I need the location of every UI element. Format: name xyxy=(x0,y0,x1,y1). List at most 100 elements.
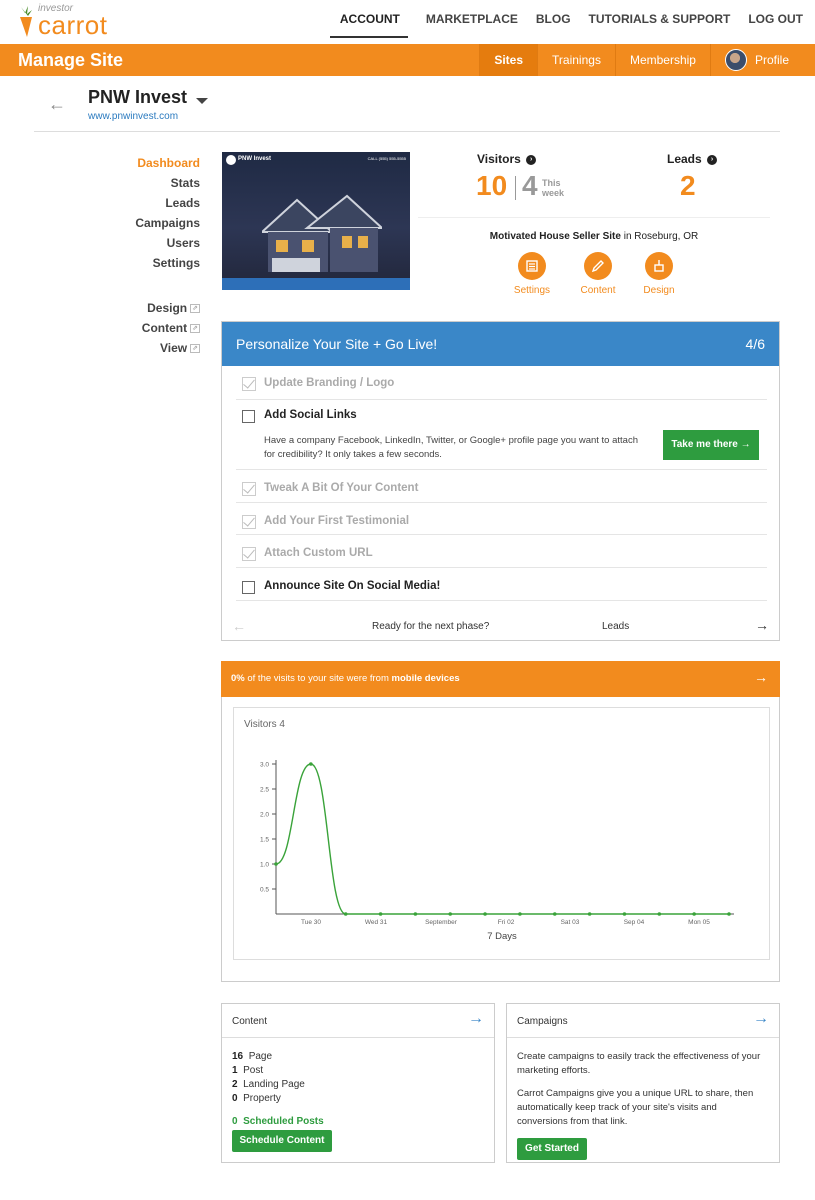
content-count: 0 xyxy=(232,1093,238,1104)
x-tick-label: Wed 31 xyxy=(365,919,388,926)
visitors-label-text: Visitors xyxy=(477,152,521,166)
top-bar: investor carrot ACCOUNT MARKETPLACE BLOG… xyxy=(0,0,815,44)
visitors-label[interactable]: Visitors › xyxy=(477,152,537,166)
content-type: Post xyxy=(243,1065,264,1076)
sidenav-spacer xyxy=(100,275,200,300)
settings-action[interactable]: Settings xyxy=(502,252,562,296)
content-action[interactable]: Content xyxy=(568,252,628,296)
leads-label[interactable]: Leads › xyxy=(667,152,718,166)
site-switcher-caret-icon[interactable] xyxy=(196,98,208,104)
nav-tutorials-support[interactable]: TUTORIALS & SUPPORT xyxy=(589,12,731,38)
next-phase-label: Leads xyxy=(602,621,630,632)
thumbnail-site-name: PNW Invest xyxy=(238,156,272,162)
thumbnail-phone: CALL (555) 555-5555 xyxy=(367,156,406,161)
sidenav-leads[interactable]: Leads xyxy=(100,195,200,215)
mobile-visits-banner[interactable]: 0% of the visits to your site were from … xyxy=(221,661,780,697)
checklist-item[interactable]: Update Branding / Logo xyxy=(236,374,767,400)
design-action[interactable]: Design xyxy=(629,252,689,296)
y-tick-label: 2.0 xyxy=(260,812,269,819)
checklist-item-label: Add Social Links xyxy=(264,409,357,421)
visitors-chart-panel: Visitors 4 0.5 1.0 1.5 2.0 2.5 3.0 Tue 30 Wed 3… xyxy=(221,697,780,982)
tab-profile[interactable]: Profile xyxy=(709,44,815,76)
back-arrow-icon[interactable]: ← xyxy=(48,94,66,115)
sidenav-settings[interactable]: Settings xyxy=(100,255,200,275)
checklist-item[interactable]: Announce Site On Social Media! xyxy=(236,568,767,601)
take-me-there-button[interactable]: Take me there → xyxy=(663,430,759,460)
checklist-item-label: Add Your First Testimonial xyxy=(264,515,410,527)
investor-carrot-logo[interactable]: investor carrot xyxy=(16,3,126,40)
schedule-content-button[interactable]: Schedule Content xyxy=(232,1130,332,1152)
scheduled-count: 0 xyxy=(232,1116,238,1127)
get-started-button[interactable]: Get Started xyxy=(517,1138,587,1160)
site-type: Motivated House Seller Site xyxy=(489,231,621,242)
sidenav-campaigns[interactable]: Campaigns xyxy=(100,215,200,235)
site-location: in Roseburg, OR xyxy=(620,231,699,242)
carrot-icon xyxy=(20,6,32,37)
checklist-header: Personalize Your Site + Go Live! 4/6 xyxy=(222,322,779,366)
nav-log-out[interactable]: LOG OUT xyxy=(748,12,803,38)
checklist-progress: 4/6 xyxy=(745,336,765,352)
y-tick-label: 1.0 xyxy=(260,862,269,869)
x-tick-label: Fri 02 xyxy=(498,919,515,926)
checked-icon xyxy=(242,515,256,529)
checkbox[interactable] xyxy=(242,581,255,594)
campaigns-card-header[interactable]: Campaigns → xyxy=(507,1004,779,1038)
content-action-label: Content xyxy=(580,285,616,296)
page-title: Manage Site xyxy=(18,50,124,70)
profile-label: Profile xyxy=(754,53,789,67)
campaigns-text-2: Carrot Campaigns give you a unique URL t… xyxy=(517,1088,754,1127)
mobile-percent: 0% xyxy=(231,673,245,684)
content-card-header[interactable]: Content → xyxy=(222,1004,494,1038)
house-image xyxy=(262,194,382,272)
x-tick-label: Sat 03 xyxy=(561,919,580,926)
stats-divider xyxy=(418,217,770,218)
tab-sites[interactable]: Sites xyxy=(479,44,538,76)
tab-trainings[interactable]: Trainings xyxy=(537,44,615,76)
series-line xyxy=(275,763,729,915)
visitors-chart-svg: 0.5 1.0 1.5 2.0 2.5 3.0 Tue 30 Wed 31 September F… xyxy=(260,760,734,942)
logo-big-text: carrot xyxy=(38,10,108,40)
tab-membership[interactable]: Membership xyxy=(614,44,710,76)
settings-action-label: Settings xyxy=(513,285,551,296)
site-url-link[interactable]: www.pnwinvest.com xyxy=(88,111,178,122)
next-phase-question: Ready for the next phase? xyxy=(372,621,490,632)
checklist-item-label: Announce Site On Social Media! xyxy=(264,580,441,592)
checklist-item[interactable]: Add Social Links Have a company Facebook… xyxy=(236,400,767,470)
content-type: Page xyxy=(248,1051,273,1062)
y-tick-label: 1.5 xyxy=(260,837,269,844)
external-link-icon: ⇗ xyxy=(190,323,200,333)
avatar xyxy=(724,49,747,71)
data-point xyxy=(343,912,348,916)
site-description: Motivated House Seller Site in Roseburg,… xyxy=(418,231,770,242)
checklist-item[interactable]: Add Your First Testimonial xyxy=(236,503,767,535)
checkbox[interactable] xyxy=(242,410,255,423)
sidenav-stats[interactable]: Stats xyxy=(100,175,200,195)
data-point xyxy=(622,912,627,916)
sidenav-view[interactable]: View ⇗ xyxy=(100,340,200,360)
sidenav-design-label: Design xyxy=(147,301,188,315)
sidenav-design[interactable]: Design ⇗ xyxy=(100,300,200,320)
arrow-left-icon[interactable]: ← xyxy=(232,618,246,634)
site-thumbnail[interactable]: PNW Invest CALL (555) 555-5555 xyxy=(222,152,410,290)
x-tick-label: Sep 04 xyxy=(624,919,645,926)
checklist-item[interactable]: Tweak A Bit Of Your Content xyxy=(236,470,767,503)
manage-site-bar: Manage Site Sites Trainings Membership P… xyxy=(0,44,815,76)
nav-account[interactable]: ACCOUNT xyxy=(329,12,408,38)
arrow-right-icon[interactable]: → xyxy=(755,617,769,633)
sidenav-dashboard[interactable]: Dashboard xyxy=(100,155,200,175)
content-card: Content → 16 Page 1 Post 2 Landing Page … xyxy=(221,1003,495,1163)
content-row: 1 Post xyxy=(232,1064,305,1078)
checklist-item[interactable]: Attach Custom URL xyxy=(236,535,767,568)
checklist-item-label: Attach Custom URL xyxy=(264,547,373,559)
sidenav-content[interactable]: Content ⇗ xyxy=(100,320,200,340)
checklist-title: Personalize Your Site + Go Live! xyxy=(236,336,438,352)
arrow-right-circle-icon: › xyxy=(526,154,537,165)
data-point xyxy=(309,762,313,766)
leads-label-text: Leads xyxy=(667,152,702,166)
this-week-label: This week xyxy=(542,178,565,198)
nav-marketplace[interactable]: MARKETPLACE xyxy=(426,12,518,38)
arrow-right-icon: → xyxy=(468,1010,484,1027)
sidenav-users[interactable]: Users xyxy=(100,235,200,255)
arrow-right-icon: → xyxy=(753,1010,769,1027)
nav-blog[interactable]: BLOG xyxy=(536,12,571,38)
